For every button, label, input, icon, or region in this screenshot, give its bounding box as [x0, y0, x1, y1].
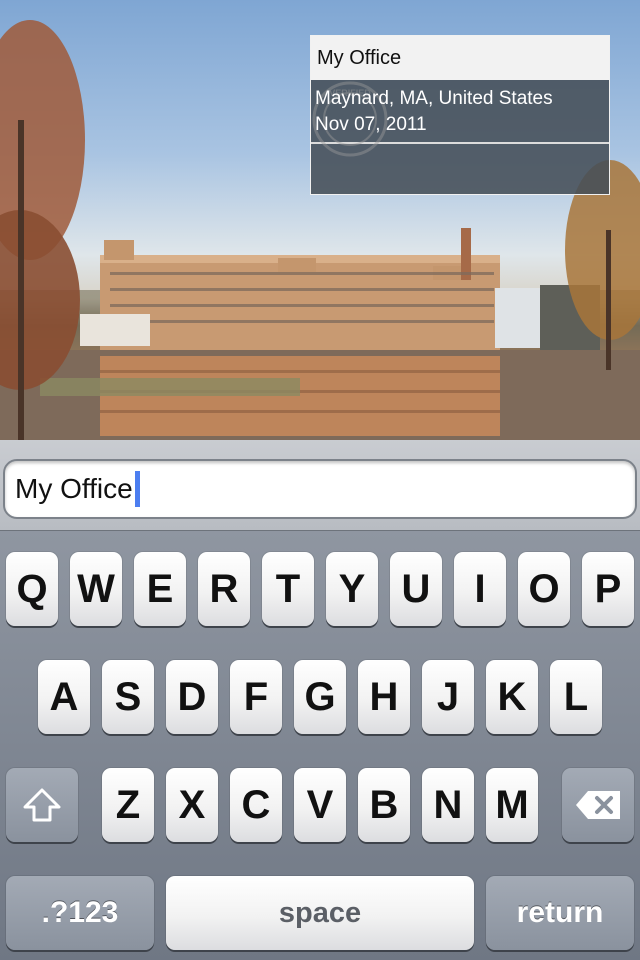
key-e[interactable]: E — [134, 552, 186, 626]
key-r[interactable]: R — [198, 552, 250, 626]
key-y[interactable]: Y — [326, 552, 378, 626]
title-text-value: My Office — [15, 473, 133, 504]
numbers-key[interactable]: .?123 — [6, 876, 154, 950]
key-t[interactable]: T — [262, 552, 314, 626]
key-s[interactable]: S — [102, 660, 154, 734]
overlay-location: Maynard, MA, United States — [315, 88, 553, 109]
key-j[interactable]: J — [422, 660, 474, 734]
return-key[interactable]: return — [486, 876, 634, 950]
shift-key[interactable] — [6, 768, 78, 842]
text-input-bar: My Office — [0, 440, 640, 531]
key-i[interactable]: I — [454, 552, 506, 626]
key-a[interactable]: A — [38, 660, 90, 734]
key-n[interactable]: N — [422, 768, 474, 842]
key-c[interactable]: C — [230, 768, 282, 842]
text-caret — [134, 470, 140, 507]
key-h[interactable]: H — [358, 660, 410, 734]
key-w[interactable]: W — [70, 552, 122, 626]
key-q[interactable]: Q — [6, 552, 58, 626]
shift-arrow-icon — [23, 788, 61, 822]
delete-backspace-icon — [576, 791, 620, 819]
key-f[interactable]: F — [230, 660, 282, 734]
overlay-title: My Office — [311, 36, 609, 80]
overlay-details: VERIFIED Maynard, MA, United States Nov … — [311, 80, 609, 157]
key-p[interactable]: P — [582, 552, 634, 626]
key-x[interactable]: X — [166, 768, 218, 842]
key-u[interactable]: U — [390, 552, 442, 626]
key-v[interactable]: V — [294, 768, 346, 842]
location-overlay-card: My Office VERIFIED Maynard, MA, United S… — [310, 35, 610, 195]
key-k[interactable]: K — [486, 660, 538, 734]
overlay-date: Nov 07, 2011 — [315, 114, 427, 135]
key-l[interactable]: L — [550, 660, 602, 734]
key-z[interactable]: Z — [102, 768, 154, 842]
key-o[interactable]: O — [518, 552, 570, 626]
key-g[interactable]: G — [294, 660, 346, 734]
background-photo: My Office VERIFIED Maynard, MA, United S… — [0, 0, 640, 440]
key-b[interactable]: B — [358, 768, 410, 842]
key-d[interactable]: D — [166, 660, 218, 734]
backspace-key[interactable] — [562, 768, 634, 842]
title-text-field[interactable]: My Office — [3, 459, 637, 519]
space-key[interactable]: space — [166, 876, 474, 950]
onscreen-keyboard: Q W E R T Y U I O P A S D F G H J K L Z … — [0, 531, 640, 960]
key-m[interactable]: M — [486, 768, 538, 842]
